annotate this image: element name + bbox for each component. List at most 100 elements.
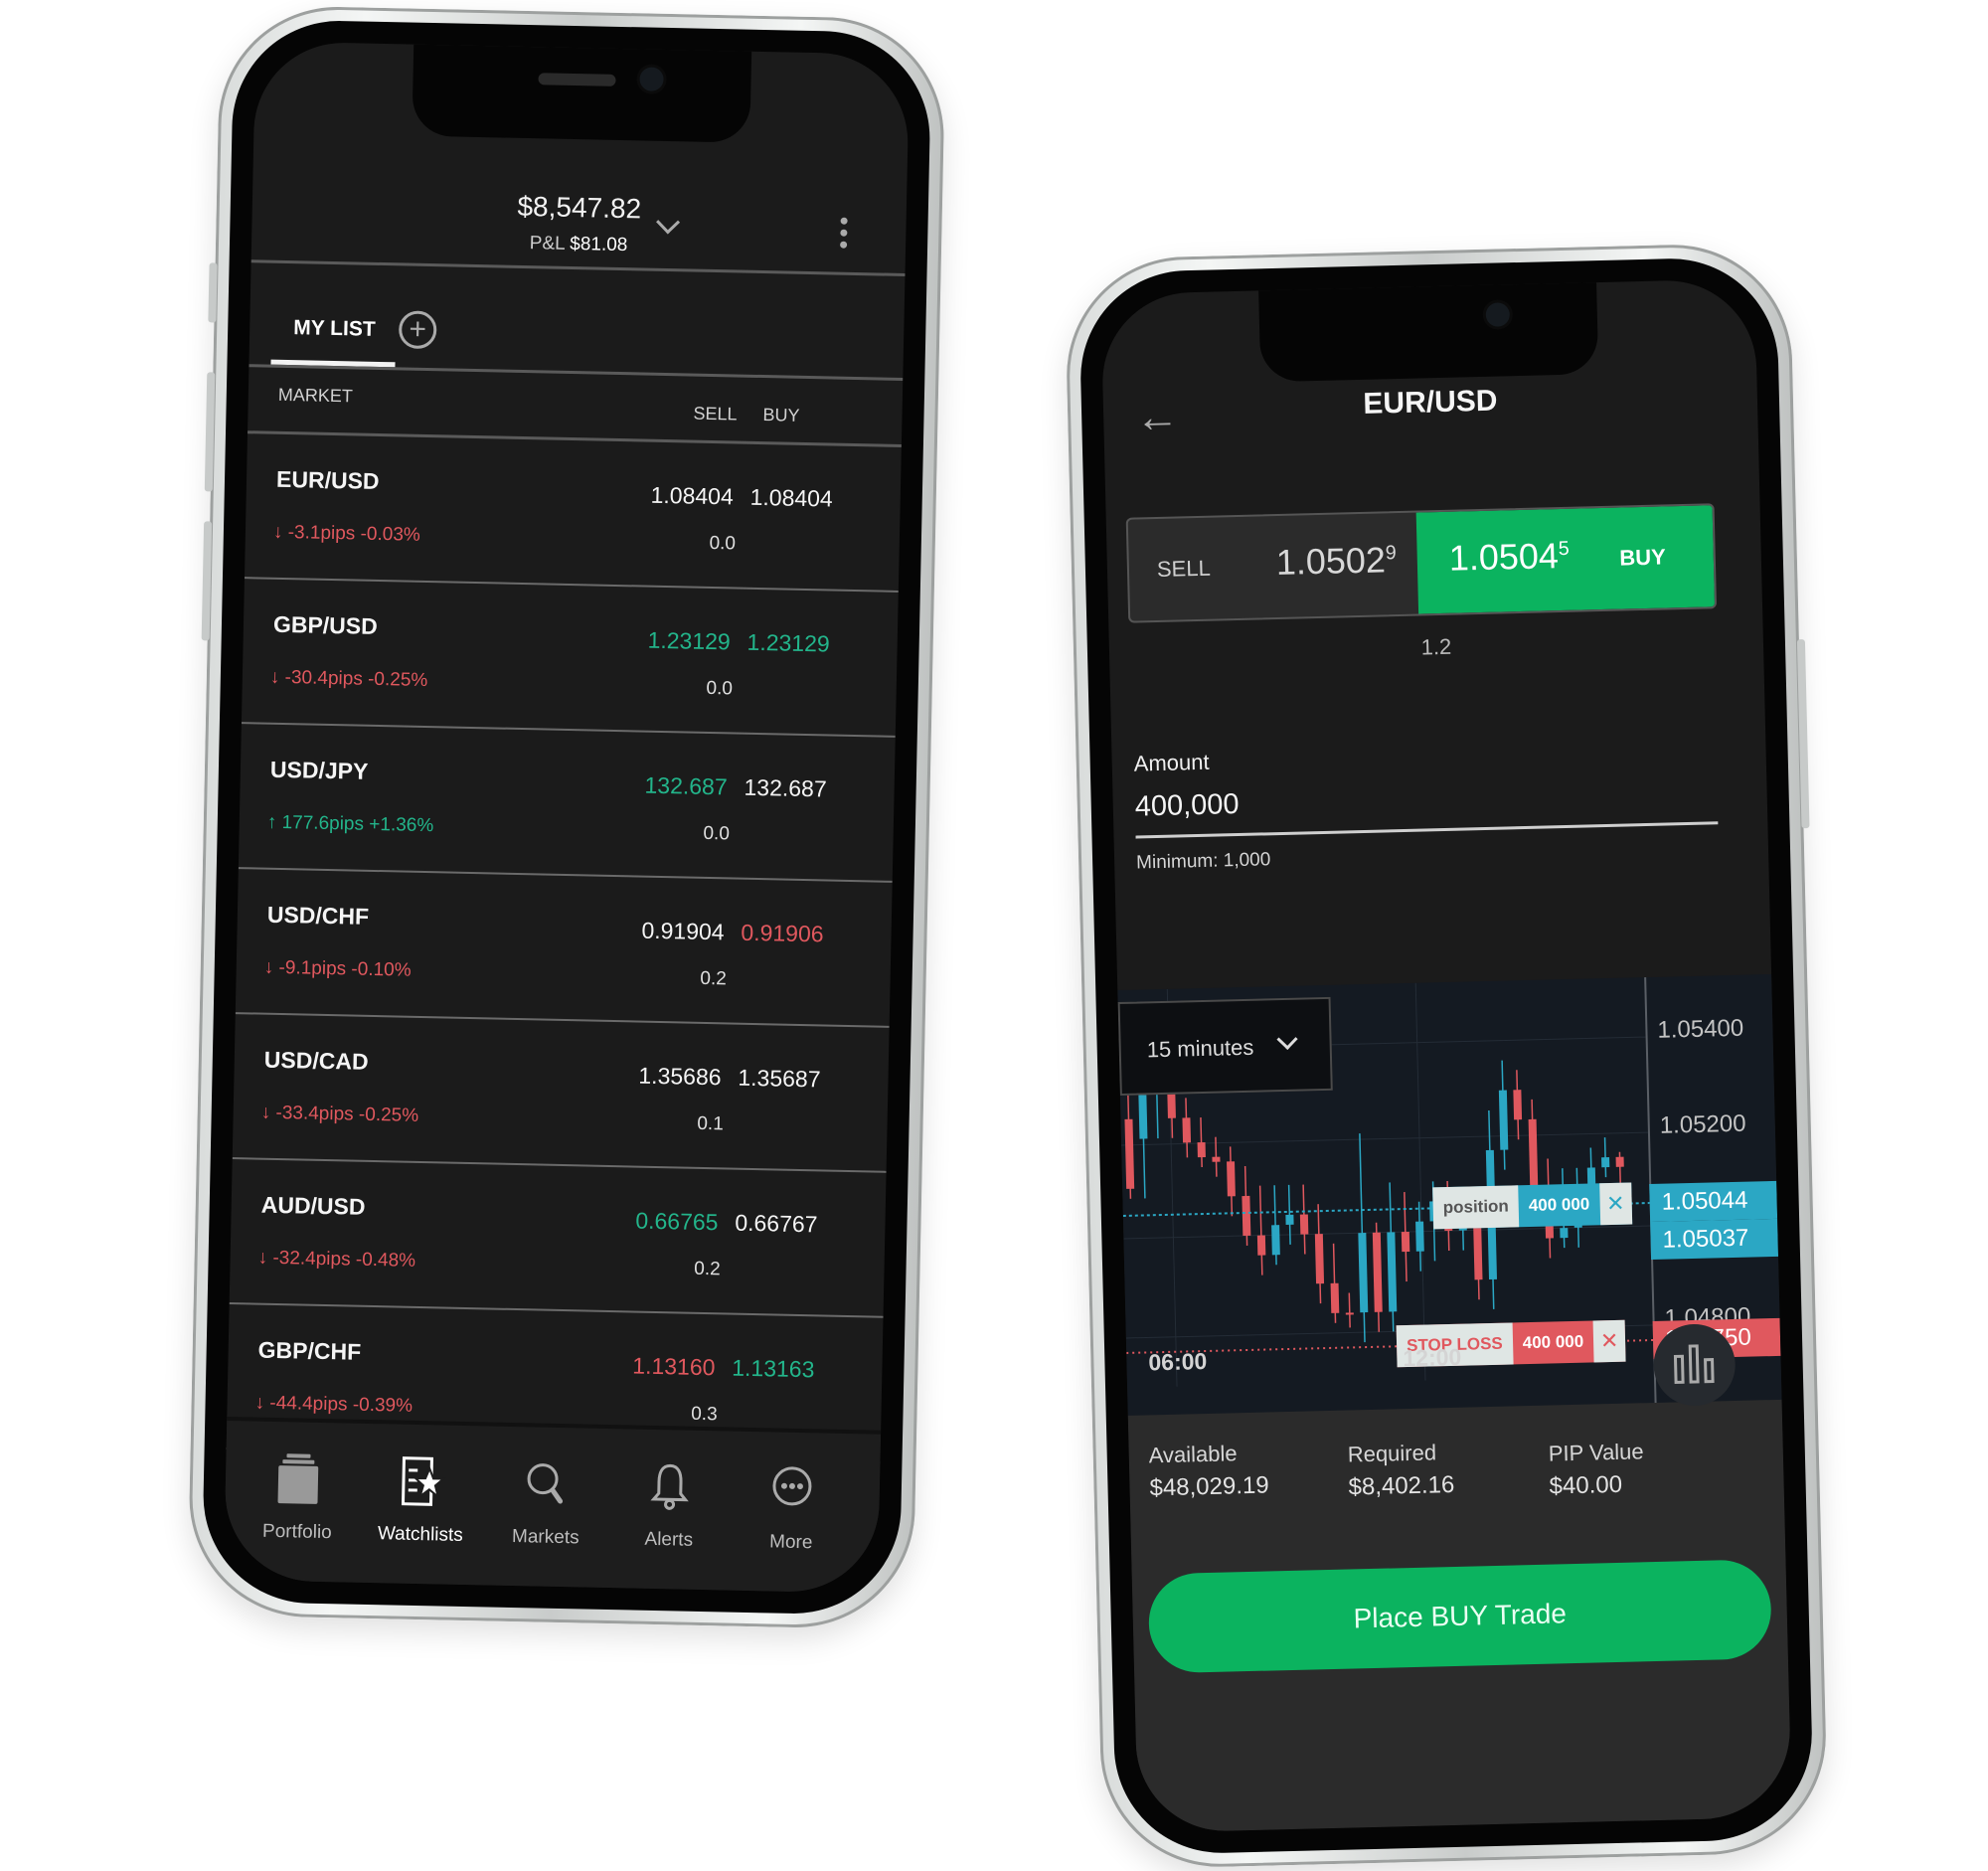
arrow-down-icon: ↓ — [272, 521, 283, 543]
bar-chart-icon — [1673, 1344, 1715, 1384]
market-row[interactable]: USD/JPY ↑ 177.6pips +1.36% 132.687 132.687 0… — [238, 724, 896, 883]
chart-type-button[interactable] — [1652, 1323, 1737, 1407]
candle-body — [1415, 1221, 1424, 1252]
pnl: P&L $81.08 — [251, 227, 906, 262]
remove-stop-loss-icon[interactable]: ✕ — [1592, 1319, 1626, 1363]
kebab-menu-icon[interactable] — [840, 217, 849, 254]
tab-portfolio[interactable]: Portfolio — [243, 1450, 354, 1544]
buy-button[interactable]: 1.05045 BUY — [1415, 505, 1716, 614]
side-button — [201, 521, 213, 641]
pnl-label: P&L — [529, 233, 566, 255]
y-tick-label: 1.05400 — [1657, 1014, 1744, 1044]
tab-alerts[interactable]: Alerts — [614, 1458, 726, 1552]
candle-wick — [1348, 1292, 1351, 1328]
required-value: $8,402.16 — [1348, 1470, 1455, 1501]
candle-body — [1314, 1234, 1325, 1284]
candle-body — [1330, 1282, 1340, 1313]
sell-price[interactable]: 132.687 — [627, 771, 728, 800]
sell-price[interactable]: 1.13160 — [615, 1352, 716, 1381]
buy-label: BUY — [1619, 544, 1667, 571]
change-pips: -9.1pips — [278, 956, 347, 980]
buy-price[interactable]: 1.23129 — [730, 628, 830, 657]
buy-price[interactable]: 1.08404 — [733, 483, 833, 512]
market-change: ↓ -30.4pips -0.25% — [270, 667, 428, 692]
watchlist-screen: $8,547.82 P&L $81.08 MY LIST + MARKET SE… — [223, 41, 911, 1594]
portfolio-icon — [243, 1450, 353, 1508]
tab-watchlists[interactable]: Watchlists — [366, 1453, 477, 1547]
buy-price[interactable]: 0.66767 — [718, 1209, 818, 1238]
market-change: ↓ -33.4pips -0.25% — [260, 1103, 418, 1127]
tab-label: Markets — [511, 1526, 580, 1549]
market-change: ↓ -3.1pips -0.03% — [273, 522, 420, 547]
change-pips: 177.6pips — [281, 812, 365, 835]
interval-dropdown[interactable]: 15 minutes — [1117, 996, 1333, 1097]
buy-price[interactable]: 132.687 — [727, 773, 827, 802]
amount-minimum: Minimum: 1,000 — [1135, 849, 1271, 874]
tab-label: Alerts — [644, 1528, 694, 1551]
change-percent: -0.03% — [360, 523, 421, 546]
change-percent: -0.10% — [351, 958, 412, 981]
spread: 0.2 — [700, 967, 728, 990]
market-row[interactable]: USD/CHF ↓ -9.1pips -0.10% 0.91904 0.91906 0.… — [235, 869, 893, 1028]
account-balance: $8,547.82 — [517, 190, 642, 225]
amount-label: Amount — [1133, 749, 1210, 776]
notch — [412, 44, 752, 143]
watchlist-star-icon — [366, 1453, 476, 1511]
arrow-up-icon: ↑ — [266, 811, 277, 833]
add-list-icon[interactable]: + — [398, 310, 437, 350]
sell-buy-toggle: SELL 1.05029 1.05045 BUY — [1125, 503, 1718, 623]
spread: 0.1 — [697, 1112, 724, 1135]
market-change: ↑ 177.6pips +1.36% — [267, 812, 434, 838]
speaker — [538, 73, 616, 86]
side-button — [1796, 639, 1810, 829]
change-pips: -30.4pips — [284, 667, 364, 690]
tab-more[interactable]: More — [737, 1461, 848, 1555]
column-header-market: MARKET — [277, 384, 354, 407]
x-tick-label: 06:00 — [1148, 1347, 1208, 1376]
change-percent: +1.36% — [369, 813, 434, 837]
y-tick-label: 1.05200 — [1659, 1109, 1746, 1139]
close-position-icon[interactable]: ✕ — [1598, 1182, 1632, 1226]
chevron-down-icon — [1276, 1028, 1298, 1051]
sell-label: SELL — [1156, 555, 1212, 582]
tab-my-list[interactable]: MY LIST — [293, 316, 376, 342]
side-button — [204, 372, 216, 492]
candle-body — [1285, 1214, 1294, 1225]
position-tag[interactable]: position 400 000 ✕ — [1432, 1182, 1632, 1230]
x-tick-label: 12:00 — [1403, 1343, 1462, 1372]
arrow-down-icon: ↓ — [260, 1102, 271, 1123]
sell-price[interactable]: 1.08404 — [634, 481, 734, 510]
available-value: $48,029.19 — [1149, 1471, 1269, 1502]
market-row[interactable]: GBP/USD ↓ -30.4pips -0.25% 1.23129 1.23129 0… — [241, 579, 899, 738]
market-row[interactable]: EUR/USD ↓ -3.1pips -0.03% 1.08404 1.08404 0.… — [244, 433, 902, 593]
sell-price[interactable]: 1.23129 — [630, 626, 731, 655]
sell-price[interactable]: 0.91904 — [624, 917, 725, 945]
buy-price[interactable]: 1.35687 — [721, 1064, 821, 1093]
interval-value: 15 minutes — [1146, 1034, 1254, 1063]
tab-markets[interactable]: Markets — [491, 1456, 602, 1550]
phone-trade: ← EUR/USD SELL 1.05029 1.05045 BUY 1.2 A… — [1064, 242, 1829, 1870]
candle-body — [1227, 1161, 1236, 1197]
candle-body — [1271, 1225, 1280, 1256]
market-row[interactable]: AUD/USD ↓ -32.4pips -0.48% 0.66765 0.66767 0… — [229, 1159, 887, 1318]
sell-price[interactable]: 1.35686 — [621, 1062, 722, 1091]
account-header[interactable]: $8,547.82 P&L $81.08 — [250, 165, 907, 288]
amount-input[interactable]: 400,000 — [1134, 788, 1240, 824]
required-label: Required — [1347, 1440, 1437, 1467]
candle-body — [1560, 1228, 1569, 1239]
instrument-title: EUR/USD — [1363, 384, 1498, 421]
tab-label: Watchlists — [377, 1523, 464, 1546]
market-symbol: USD/JPY — [269, 756, 369, 784]
sell-button[interactable]: SELL 1.05029 — [1128, 513, 1418, 621]
price-chart[interactable]: 15 minutes 1.05400 1.05200 1.04800 1.050… — [1117, 973, 1782, 1418]
column-header-sell: SELL — [693, 403, 738, 425]
bottom-tab-bar: Portfolio Watchlists Markets Alerts More — [223, 1416, 882, 1594]
buy-price[interactable]: 0.91906 — [724, 919, 824, 947]
buy-price[interactable]: 1.13163 — [715, 1354, 815, 1383]
candle-body — [1528, 1118, 1539, 1189]
arrow-down-icon: ↓ — [263, 956, 274, 978]
sell-price[interactable]: 0.66765 — [618, 1207, 719, 1236]
market-row[interactable]: USD/CAD ↓ -33.4pips -0.25% 1.35686 1.35687 0… — [232, 1014, 890, 1173]
change-pips: -33.4pips — [275, 1102, 354, 1125]
place-buy-trade-button[interactable]: Place BUY Trade — [1147, 1559, 1772, 1674]
